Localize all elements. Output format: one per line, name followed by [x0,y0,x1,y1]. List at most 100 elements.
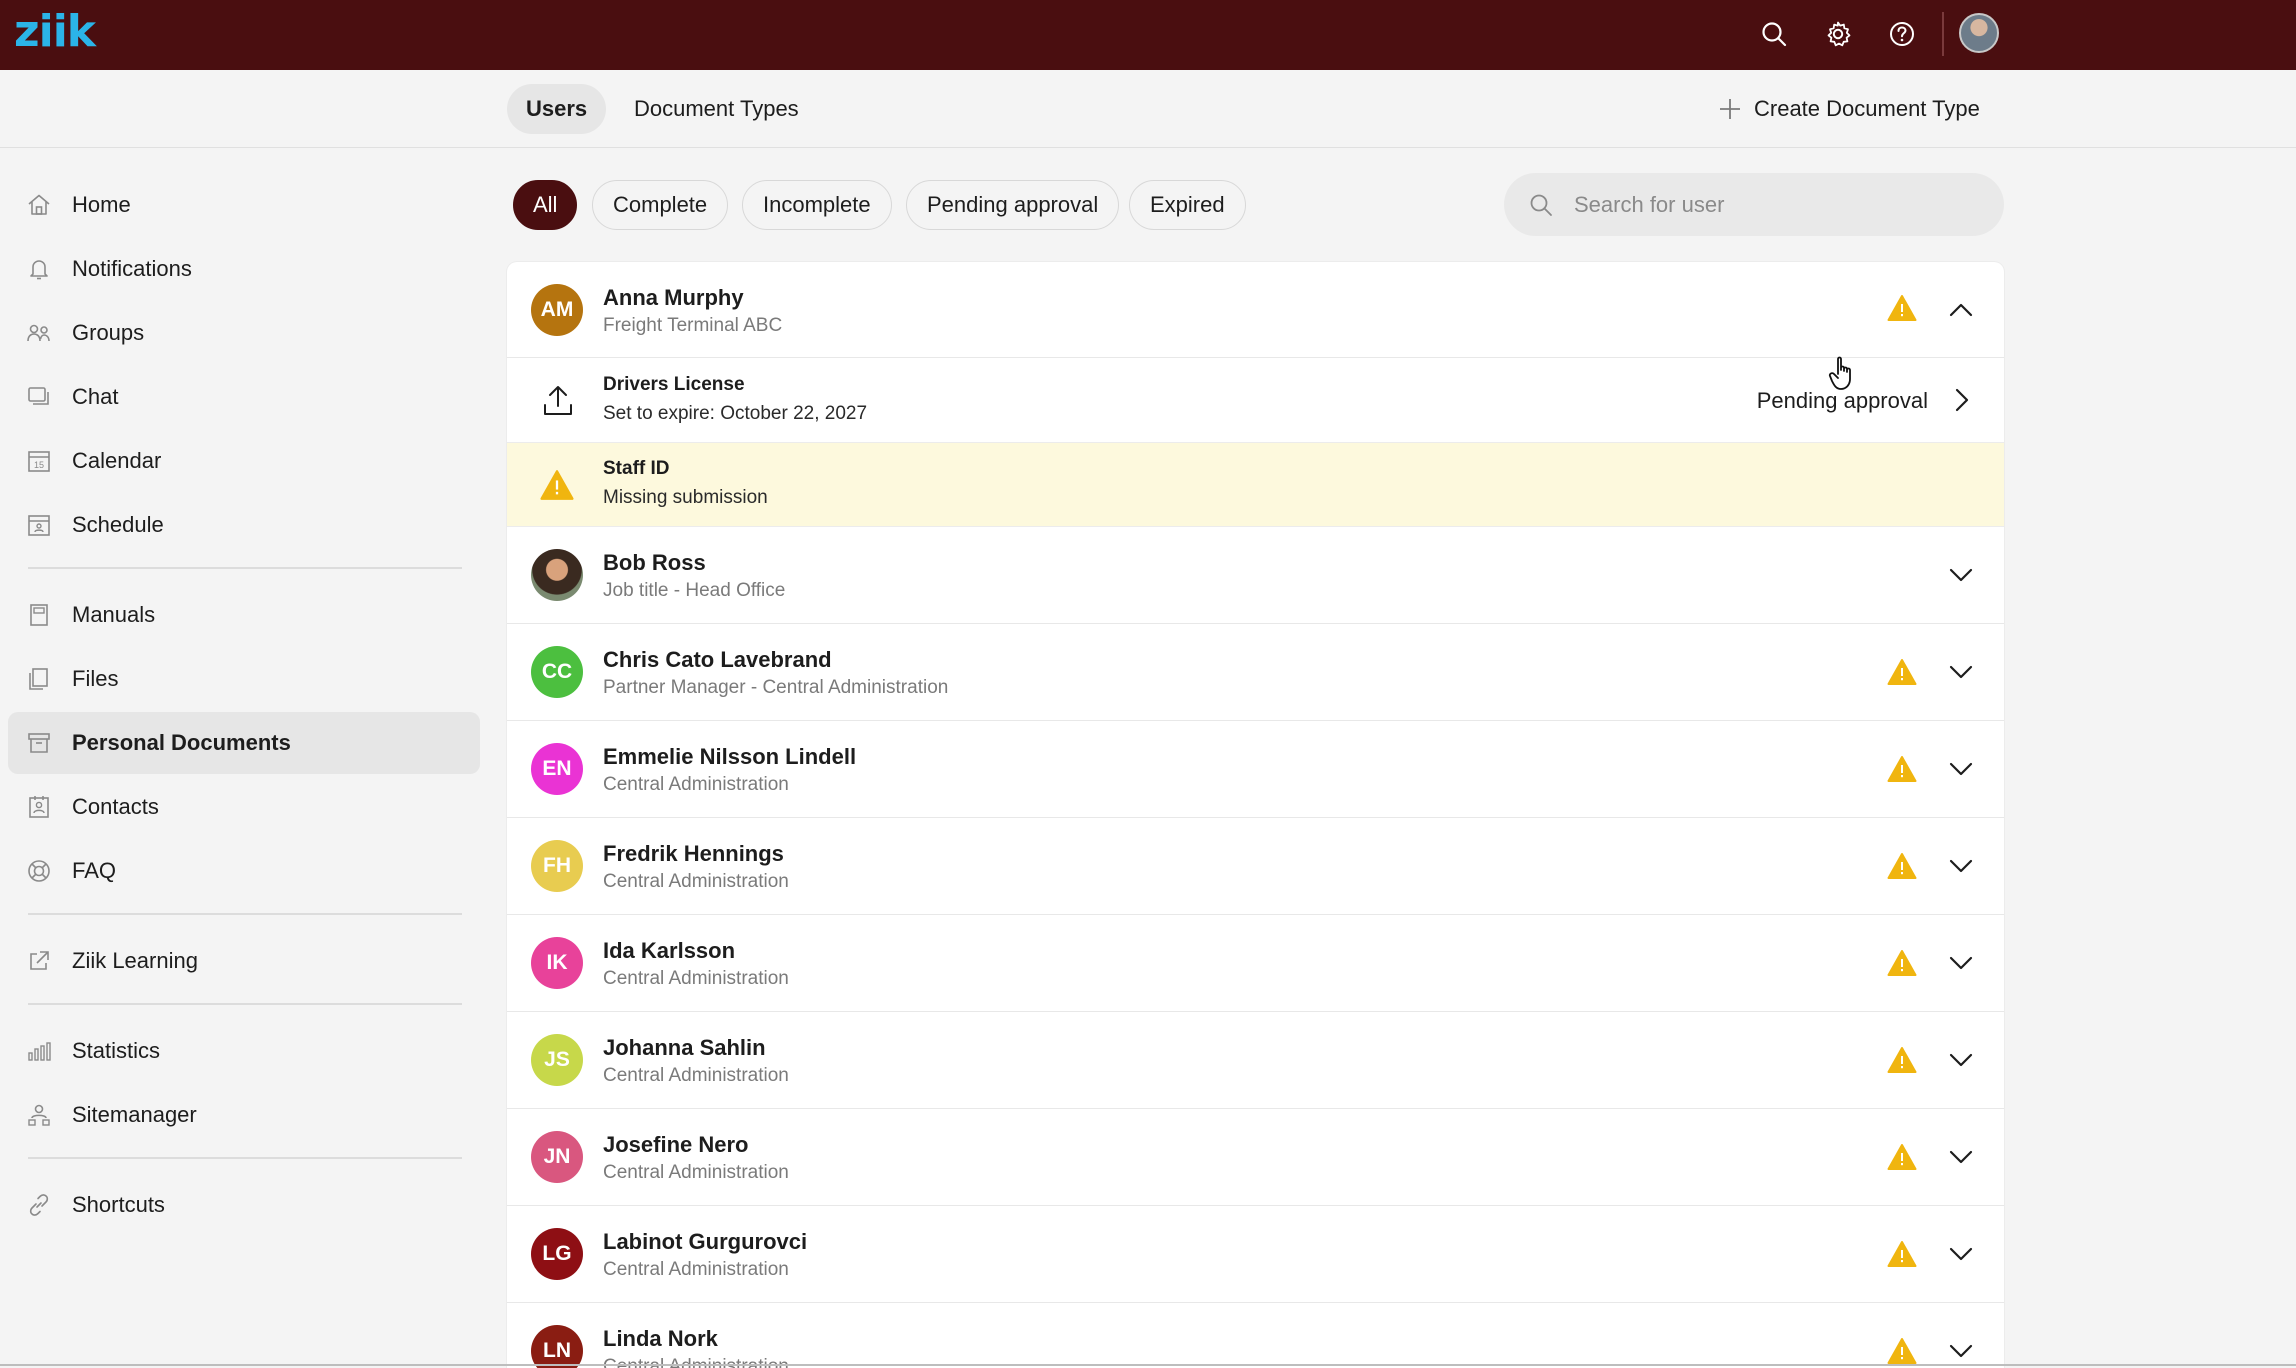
chevron-down-icon[interactable] [1947,755,1975,783]
ziik-logo[interactable]: ziik [14,6,96,57]
user-name: Ida Karlsson [603,938,736,963]
sidebar-item-home[interactable]: Home [8,174,480,236]
files-icon [26,666,64,692]
avatar: JS [531,1034,583,1086]
warning-icon [1887,1144,1917,1170]
warning-icon [1887,1338,1917,1364]
user-row-bob-ross[interactable]: Bob Ross Job title - Head Office [507,527,2004,624]
sidebar-divider [28,1003,462,1005]
sidebar-item-label: Sitemanager [72,1102,197,1127]
filter-expired[interactable]: Expired [1129,180,1246,230]
user-row[interactable]: IK Ida Karlsson Central Administration [507,915,2004,1012]
chat-icon [26,384,64,410]
tab-users[interactable]: Users [507,84,607,134]
search-input[interactable] [1574,191,1974,218]
sidebar-divider [28,567,462,569]
user-subtitle: Central Administration [603,1356,789,1368]
create-document-type-button[interactable]: Create Document Type [1718,84,1980,134]
filter-all[interactable]: All [513,180,578,230]
sidebar-item-label: FAQ [72,858,117,883]
sidebar-item-contacts[interactable]: Contacts [8,776,480,838]
link-icon [26,1192,64,1218]
user-name: Josefine Nero [603,1132,749,1157]
filter-incomplete[interactable]: Incomplete [742,180,892,230]
filter-pending-approval[interactable]: Pending approval [906,180,1120,230]
avatar: FH [531,840,583,892]
sidebar-item-manuals[interactable]: Manuals [8,584,480,646]
user-row[interactable]: FH Fredrik Hennings Central Administration [507,818,2004,915]
user-subtitle: Central Administration [603,1259,789,1280]
help-icon[interactable] [1882,14,1922,54]
warning-icon [1887,1241,1917,1267]
warning-icon [1887,295,1917,321]
user-name: Emmelie Nilsson Lindell [603,744,857,769]
user-name: Bob Ross [603,550,706,575]
chevron-down-icon[interactable] [1947,1240,1975,1268]
user-subtitle: Freight Terminal ABC [603,315,783,336]
document-row-drivers-license[interactable]: Drivers License Set to expire: October 2… [507,358,2004,443]
sidebar-item-label: Notifications [72,256,192,281]
sidebar-item-ziik-learning[interactable]: Ziik Learning [8,930,480,992]
sidebar-item-label: Contacts [72,794,159,819]
chevron-down-icon[interactable] [1947,1143,1975,1171]
user-subtitle: Job title - Head Office [603,580,786,601]
sidebar-item-notifications[interactable]: Notifications [8,238,480,300]
user-name: Anna Murphy [603,285,744,310]
sidebar-item-label: Manuals [72,602,156,627]
user-subtitle: Central Administration [603,1162,789,1183]
sidebar-item-shortcuts[interactable]: Shortcuts [8,1174,480,1236]
chevron-down-icon[interactable] [1947,852,1975,880]
warning-icon [1887,950,1917,976]
user-subtitle: Central Administration [603,871,789,892]
search-icon[interactable] [1754,14,1794,54]
sidebar-item-chat[interactable]: Chat [8,366,480,428]
top-bar: ziik [0,0,2296,70]
avatar: EN [531,743,583,795]
user-avatar[interactable] [1959,13,1999,53]
user-subtitle: Central Administration [603,774,789,795]
chevron-down-icon[interactable] [1947,1337,1975,1365]
sidebar-item-calendar[interactable]: 15 Calendar [8,430,480,492]
bell-icon [26,256,64,282]
tab-document-types[interactable]: Document Types [615,84,818,134]
chevron-down-icon[interactable] [1947,658,1975,686]
archive-icon [26,730,64,756]
plus-icon [1720,99,1740,119]
calendar-icon: 15 [26,448,64,474]
sidebar-item-groups[interactable]: Groups [8,302,480,364]
manual-icon [26,602,64,628]
user-row[interactable]: JN Josefine Nero Central Administration [507,1109,2004,1206]
lifebuoy-icon [26,858,64,884]
sidebar: Home Notifications Groups Chat 15 Calend… [0,148,480,1368]
sidebar-item-files[interactable]: Files [8,648,480,710]
chevron-down-icon[interactable] [1947,949,1975,977]
user-search[interactable] [1504,173,2004,236]
filter-complete[interactable]: Complete [592,180,729,230]
sidebar-item-faq[interactable]: FAQ [8,840,480,902]
chevron-down-icon[interactable] [1947,561,1975,589]
sidebar-item-schedule[interactable]: Schedule [8,494,480,556]
sidebar-item-personal-documents[interactable]: Personal Documents [8,712,480,774]
user-row[interactable]: JS Johanna Sahlin Central Administration [507,1012,2004,1109]
sidebar-divider [28,1157,462,1159]
home-icon [26,192,64,218]
sidebar-item-sitemanager[interactable]: Sitemanager [8,1084,480,1146]
user-row[interactable]: LG Labinot Gurgurovci Central Administrati… [507,1206,2004,1303]
document-expiry: Set to expire: October 22, 2027 [603,403,868,424]
chevron-right-icon[interactable] [1947,386,1975,414]
user-row[interactable]: LN Linda Nork Central Administration [507,1303,2004,1368]
hand-cursor-icon [1828,356,1851,390]
avatar: LG [531,1228,583,1280]
gear-icon[interactable] [1818,14,1858,54]
warning-icon [1887,756,1917,782]
avatar: JN [531,1131,583,1183]
chevron-down-icon[interactable] [1947,1046,1975,1074]
sidebar-item-statistics[interactable]: Statistics [8,1020,480,1082]
user-row[interactable]: CC Chris Cato Lavebrand Partner Manager - … [507,624,2004,721]
statistics-icon [26,1038,64,1064]
user-row[interactable]: EN Emmelie Nilsson Lindell Central Adminis… [507,721,2004,818]
document-row-staff-id[interactable]: Staff ID Missing submission [507,443,2004,527]
chevron-up-icon[interactable] [1947,296,1975,324]
groups-icon [26,320,64,346]
user-row-anna-murphy[interactable]: AM Anna Murphy Freight Terminal ABC [507,262,2004,358]
